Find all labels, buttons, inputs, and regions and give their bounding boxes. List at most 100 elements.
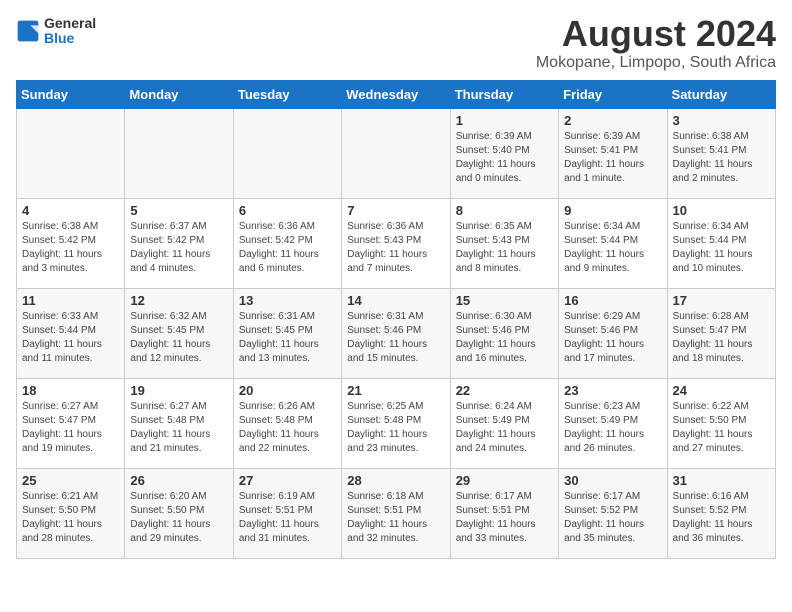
calendar-cell	[125, 109, 233, 199]
day-info: Sunrise: 6:22 AM Sunset: 5:50 PM Dayligh…	[673, 400, 770, 456]
calendar-cell: 18 Sunrise: 6:27 AM Sunset: 5:47 PM Dayli…	[17, 379, 125, 469]
calendar-cell	[17, 109, 125, 199]
weekday-header: Wednesday	[342, 81, 450, 109]
calendar-cell	[342, 109, 450, 199]
day-info: Sunrise: 6:26 AM Sunset: 5:48 PM Dayligh…	[239, 400, 336, 456]
calendar-cell: 4 Sunrise: 6:38 AM Sunset: 5:42 PM Daylig…	[17, 199, 125, 289]
calendar-cell: 15 Sunrise: 6:30 AM Sunset: 5:46 PM Dayli…	[450, 289, 558, 379]
day-number: 28	[347, 473, 444, 488]
weekday-header: Saturday	[667, 81, 775, 109]
calendar-cell: 19Sunrise: 6:27 AM Sunset: 5:48 PM Dayli…	[125, 379, 233, 469]
day-info: Sunrise: 6:21 AM Sunset: 5:50 PM Dayligh…	[22, 490, 119, 546]
day-number: 20	[239, 383, 336, 398]
calendar-cell: 16 Sunrise: 6:29 AM Sunset: 5:46 PM Dayli…	[559, 289, 667, 379]
day-number: 9	[564, 203, 661, 218]
day-number: 5	[130, 203, 227, 218]
calendar-week-row: 25Sunrise: 6:21 AM Sunset: 5:50 PM Dayli…	[17, 469, 776, 559]
calendar-cell: 20 Sunrise: 6:26 AM Sunset: 5:48 PM Dayli…	[233, 379, 341, 469]
calendar-cell: 11 Sunrise: 6:33 AM Sunset: 5:44 PM Dayli…	[17, 289, 125, 379]
day-number: 4	[22, 203, 119, 218]
day-info: Sunrise: 6:31 AM Sunset: 5:46 PM Dayligh…	[347, 310, 444, 366]
day-number: 16	[564, 293, 661, 308]
day-info: Sunrise: 6:28 AM Sunset: 5:47 PM Dayligh…	[673, 310, 770, 366]
logo-text: General Blue	[44, 16, 96, 47]
calendar-week-row: 11 Sunrise: 6:33 AM Sunset: 5:44 PM Dayli…	[17, 289, 776, 379]
day-number: 31	[673, 473, 770, 488]
day-info: Sunrise: 6:35 AM Sunset: 5:43 PM Dayligh…	[456, 220, 553, 276]
header: General Blue August 2024 Mokopane, Limpo…	[16, 16, 776, 72]
calendar-cell: 22 Sunrise: 6:24 AM Sunset: 5:49 PM Dayli…	[450, 379, 558, 469]
day-info: Sunrise: 6:27 AM Sunset: 5:47 PM Dayligh…	[22, 400, 119, 456]
day-info: Sunrise: 6:38 AM Sunset: 5:42 PM Dayligh…	[22, 220, 119, 276]
day-number: 7	[347, 203, 444, 218]
day-info: Sunrise: 6:16 AM Sunset: 5:52 PM Dayligh…	[673, 490, 770, 546]
day-info: Sunrise: 6:39 AM Sunset: 5:40 PM Dayligh…	[456, 130, 553, 186]
calendar-cell: 1 Sunrise: 6:39 AM Sunset: 5:40 PM Daylig…	[450, 109, 558, 199]
day-info: Sunrise: 6:19 AM Sunset: 5:51 PM Dayligh…	[239, 490, 336, 546]
day-info: Sunrise: 6:30 AM Sunset: 5:46 PM Dayligh…	[456, 310, 553, 366]
day-info: Sunrise: 6:25 AM Sunset: 5:48 PM Dayligh…	[347, 400, 444, 456]
calendar-cell: 13Sunrise: 6:31 AM Sunset: 5:45 PM Dayli…	[233, 289, 341, 379]
day-number: 11	[22, 293, 119, 308]
day-info: Sunrise: 6:23 AM Sunset: 5:49 PM Dayligh…	[564, 400, 661, 456]
day-info: Sunrise: 6:18 AM Sunset: 5:51 PM Dayligh…	[347, 490, 444, 546]
calendar-cell: 21Sunrise: 6:25 AM Sunset: 5:48 PM Dayli…	[342, 379, 450, 469]
weekday-header: Thursday	[450, 81, 558, 109]
calendar-cell: 25Sunrise: 6:21 AM Sunset: 5:50 PM Dayli…	[17, 469, 125, 559]
day-number: 24	[673, 383, 770, 398]
day-info: Sunrise: 6:29 AM Sunset: 5:46 PM Dayligh…	[564, 310, 661, 366]
day-info: Sunrise: 6:24 AM Sunset: 5:49 PM Dayligh…	[456, 400, 553, 456]
day-number: 12	[130, 293, 227, 308]
calendar-cell: 8 Sunrise: 6:35 AM Sunset: 5:43 PM Daylig…	[450, 199, 558, 289]
calendar-cell: 26Sunrise: 6:20 AM Sunset: 5:50 PM Dayli…	[125, 469, 233, 559]
calendar-cell: 2 Sunrise: 6:39 AM Sunset: 5:41 PM Daylig…	[559, 109, 667, 199]
day-number: 30	[564, 473, 661, 488]
day-info: Sunrise: 6:39 AM Sunset: 5:41 PM Dayligh…	[564, 130, 661, 186]
calendar-cell: 17 Sunrise: 6:28 AM Sunset: 5:47 PM Dayli…	[667, 289, 775, 379]
day-number: 29	[456, 473, 553, 488]
day-number: 19	[130, 383, 227, 398]
day-number: 6	[239, 203, 336, 218]
day-info: Sunrise: 6:36 AM Sunset: 5:42 PM Dayligh…	[239, 220, 336, 276]
day-info: Sunrise: 6:37 AM Sunset: 5:42 PM Dayligh…	[130, 220, 227, 276]
calendar-cell: 9Sunrise: 6:34 AM Sunset: 5:44 PM Daylig…	[559, 199, 667, 289]
weekday-header: Friday	[559, 81, 667, 109]
day-number: 8	[456, 203, 553, 218]
day-number: 14	[347, 293, 444, 308]
weekday-header: Tuesday	[233, 81, 341, 109]
day-info: Sunrise: 6:34 AM Sunset: 5:44 PM Dayligh…	[673, 220, 770, 276]
day-info: Sunrise: 6:17 AM Sunset: 5:51 PM Dayligh…	[456, 490, 553, 546]
calendar-week-row: 4 Sunrise: 6:38 AM Sunset: 5:42 PM Daylig…	[17, 199, 776, 289]
day-info: Sunrise: 6:31 AM Sunset: 5:45 PM Dayligh…	[239, 310, 336, 366]
logo-line2: Blue	[44, 31, 96, 46]
day-number: 18	[22, 383, 119, 398]
calendar-week-row: 18 Sunrise: 6:27 AM Sunset: 5:47 PM Dayli…	[17, 379, 776, 469]
calendar-cell: 31 Sunrise: 6:16 AM Sunset: 5:52 PM Dayli…	[667, 469, 775, 559]
day-number: 1	[456, 113, 553, 128]
day-number: 15	[456, 293, 553, 308]
day-number: 22	[456, 383, 553, 398]
calendar-cell: 10 Sunrise: 6:34 AM Sunset: 5:44 PM Dayli…	[667, 199, 775, 289]
day-number: 17	[673, 293, 770, 308]
day-info: Sunrise: 6:36 AM Sunset: 5:43 PM Dayligh…	[347, 220, 444, 276]
weekday-header: Sunday	[17, 81, 125, 109]
day-info: Sunrise: 6:33 AM Sunset: 5:44 PM Dayligh…	[22, 310, 119, 366]
day-info: Sunrise: 6:38 AM Sunset: 5:41 PM Dayligh…	[673, 130, 770, 186]
day-number: 10	[673, 203, 770, 218]
calendar-cell: 23Sunrise: 6:23 AM Sunset: 5:49 PM Dayli…	[559, 379, 667, 469]
day-number: 2	[564, 113, 661, 128]
calendar-cell: 29 Sunrise: 6:17 AM Sunset: 5:51 PM Dayli…	[450, 469, 558, 559]
day-number: 3	[673, 113, 770, 128]
calendar-table: SundayMondayTuesdayWednesdayThursdayFrid…	[16, 80, 776, 559]
day-info: Sunrise: 6:32 AM Sunset: 5:45 PM Dayligh…	[130, 310, 227, 366]
calendar-cell: 27Sunrise: 6:19 AM Sunset: 5:51 PM Dayli…	[233, 469, 341, 559]
calendar-cell: 3 Sunrise: 6:38 AM Sunset: 5:41 PM Daylig…	[667, 109, 775, 199]
calendar-cell	[233, 109, 341, 199]
day-number: 26	[130, 473, 227, 488]
month-title: August 2024	[536, 16, 776, 52]
logo-line1: General	[44, 16, 96, 31]
calendar-cell: 28 Sunrise: 6:18 AM Sunset: 5:51 PM Dayli…	[342, 469, 450, 559]
calendar-cell: 6 Sunrise: 6:36 AM Sunset: 5:42 PM Daylig…	[233, 199, 341, 289]
calendar-cell: 7 Sunrise: 6:36 AM Sunset: 5:43 PM Daylig…	[342, 199, 450, 289]
day-info: Sunrise: 6:17 AM Sunset: 5:52 PM Dayligh…	[564, 490, 661, 546]
